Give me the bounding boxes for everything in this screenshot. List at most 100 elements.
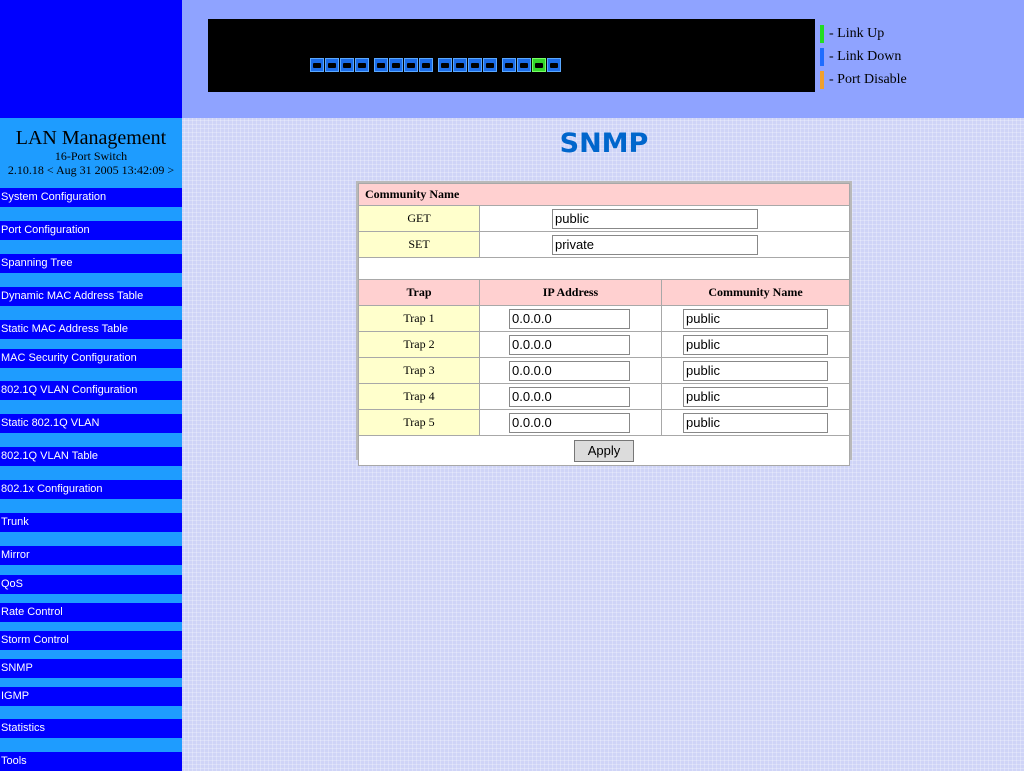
nav-separator	[0, 368, 182, 381]
port-6-icon[interactable]	[389, 58, 403, 72]
trap-ip-cell	[479, 383, 662, 410]
trap-5-community-input[interactable]	[683, 412, 828, 433]
trap-5-ip-input[interactable]	[509, 412, 630, 433]
nav-separator	[0, 565, 182, 575]
nav-separator	[0, 273, 182, 287]
trap-community-cell	[661, 357, 850, 384]
sidebar-item-rate-control[interactable]: Rate Control	[0, 603, 182, 622]
sidebar-item-static-802-1q-vlan[interactable]: Static 802.1Q VLAN	[0, 414, 182, 433]
sidebar-item-spanning-tree[interactable]: Spanning Tree	[0, 254, 182, 273]
sidebar-item-mac-security-configuration[interactable]: MAC Security Configuration	[0, 349, 182, 368]
snmp-form: Community Name GET SET Trap IP Address C…	[356, 181, 852, 466]
sidebar-item-trunk[interactable]: Trunk	[0, 513, 182, 532]
nav-separator	[0, 433, 182, 447]
trap-ip-cell	[479, 331, 662, 358]
sidebar-item-statistics[interactable]: Statistics	[0, 719, 182, 738]
table-row: Trap 5	[358, 409, 850, 436]
port-group-1	[310, 58, 369, 72]
sidebar-item-igmp[interactable]: IGMP	[0, 687, 182, 706]
port-10-icon[interactable]	[453, 58, 467, 72]
trap-ip-cell	[479, 409, 662, 436]
apply-button[interactable]: Apply	[574, 439, 634, 462]
port-3-icon[interactable]	[340, 58, 354, 72]
nav-separator	[0, 678, 182, 687]
nav-separator	[0, 240, 182, 254]
sidebar-item-system-configuration[interactable]: System Configuration	[0, 188, 182, 207]
sidebar-item-802-1q-vlan-table[interactable]: 802.1Q VLAN Table	[0, 447, 182, 466]
get-community-input[interactable]	[552, 208, 758, 229]
brand-subtitle: 16-Port Switch	[54, 149, 128, 163]
nav-separator	[0, 306, 182, 320]
port-15-icon[interactable]	[532, 58, 546, 72]
sidebar-item-tools[interactable]: Tools	[0, 752, 182, 771]
trap-community-cell	[661, 305, 850, 332]
port-1-icon[interactable]	[310, 58, 324, 72]
brand-block: LAN Management 16-Port Switch 2.10.18 < …	[0, 118, 182, 188]
legend-port-disable-label: - Port Disable	[829, 71, 907, 87]
trap-label: Trap 2	[358, 331, 480, 358]
apply-cell: Apply	[358, 435, 850, 466]
port-7-icon[interactable]	[404, 58, 418, 72]
legend-link-up-label: - Link Up	[829, 25, 885, 41]
port-14-icon[interactable]	[517, 58, 531, 72]
trap-4-community-input[interactable]	[683, 386, 828, 407]
trap-community-cell	[661, 331, 850, 358]
port-8-icon[interactable]	[419, 58, 433, 72]
set-community-input[interactable]	[552, 234, 758, 255]
nav-separator	[0, 622, 182, 631]
port-16-icon[interactable]	[547, 58, 561, 72]
trap-rows: Trap 1Trap 2Trap 3Trap 4Trap 5	[358, 305, 850, 436]
get-label: GET	[358, 205, 480, 232]
trap-3-ip-input[interactable]	[509, 360, 630, 381]
get-cell	[479, 205, 850, 232]
trap-1-ip-input[interactable]	[509, 308, 630, 329]
port-11-icon[interactable]	[468, 58, 482, 72]
trap-label: Trap 4	[358, 383, 480, 410]
brand-title: LAN Management	[15, 127, 167, 149]
sidebar-item-snmp[interactable]: SNMP	[0, 659, 182, 678]
nav-separator	[0, 207, 182, 221]
table-row: Trap 4	[358, 383, 850, 410]
trap-community-cell	[661, 409, 850, 436]
trap-column-header: Trap	[358, 279, 480, 306]
sidebar-item-802-1q-vlan-configuration[interactable]: 802.1Q VLAN Configuration	[0, 381, 182, 400]
trap-2-ip-input[interactable]	[509, 334, 630, 355]
nav-separator	[0, 466, 182, 480]
link-up-color-bar	[820, 24, 824, 43]
set-cell	[479, 231, 850, 258]
legend-link-up: - Link Up	[820, 22, 907, 45]
trap-label: Trap 1	[358, 305, 480, 332]
sidebar-item-qos[interactable]: QoS	[0, 575, 182, 594]
nav-separator	[0, 339, 182, 349]
legend-link-down: - Link Down	[820, 45, 907, 68]
spacer-row	[358, 257, 850, 280]
sidebar-item-mirror[interactable]: Mirror	[0, 546, 182, 565]
port-5-icon[interactable]	[374, 58, 388, 72]
trap-1-community-input[interactable]	[683, 308, 828, 329]
firmware-version: 2.10.18 < Aug 31 2005 13:42:09 >	[7, 163, 175, 177]
community-name-header: Community Name	[358, 183, 850, 206]
trap-community-cell	[661, 383, 850, 410]
sidebar-item-port-configuration[interactable]: Port Configuration	[0, 221, 182, 240]
port-4-icon[interactable]	[355, 58, 369, 72]
port-2-icon[interactable]	[325, 58, 339, 72]
table-row: Trap 1	[358, 305, 850, 332]
legend-port-disable: - Port Disable	[820, 68, 907, 91]
link-down-color-bar	[820, 47, 824, 66]
trap-4-ip-input[interactable]	[509, 386, 630, 407]
nav-separator	[0, 594, 182, 603]
table-row: Trap 3	[358, 357, 850, 384]
community-table: Community Name GET SET Trap IP Address C…	[358, 183, 850, 466]
trap-3-community-input[interactable]	[683, 360, 828, 381]
sidebar-item-802-1x-configuration[interactable]: 802.1x Configuration	[0, 480, 182, 499]
port-13-icon[interactable]	[502, 58, 516, 72]
sidebar-item-static-mac-address-table[interactable]: Static MAC Address Table	[0, 320, 182, 339]
trap-2-community-input[interactable]	[683, 334, 828, 355]
ip-address-column-header: IP Address	[479, 279, 662, 306]
sidebar-item-dynamic-mac-address-table[interactable]: Dynamic MAC Address Table	[0, 287, 182, 306]
port-9-icon[interactable]	[438, 58, 452, 72]
sidebar-item-storm-control[interactable]: Storm Control	[0, 631, 182, 650]
set-label: SET	[358, 231, 480, 258]
port-12-icon[interactable]	[483, 58, 497, 72]
nav-separator	[0, 400, 182, 414]
